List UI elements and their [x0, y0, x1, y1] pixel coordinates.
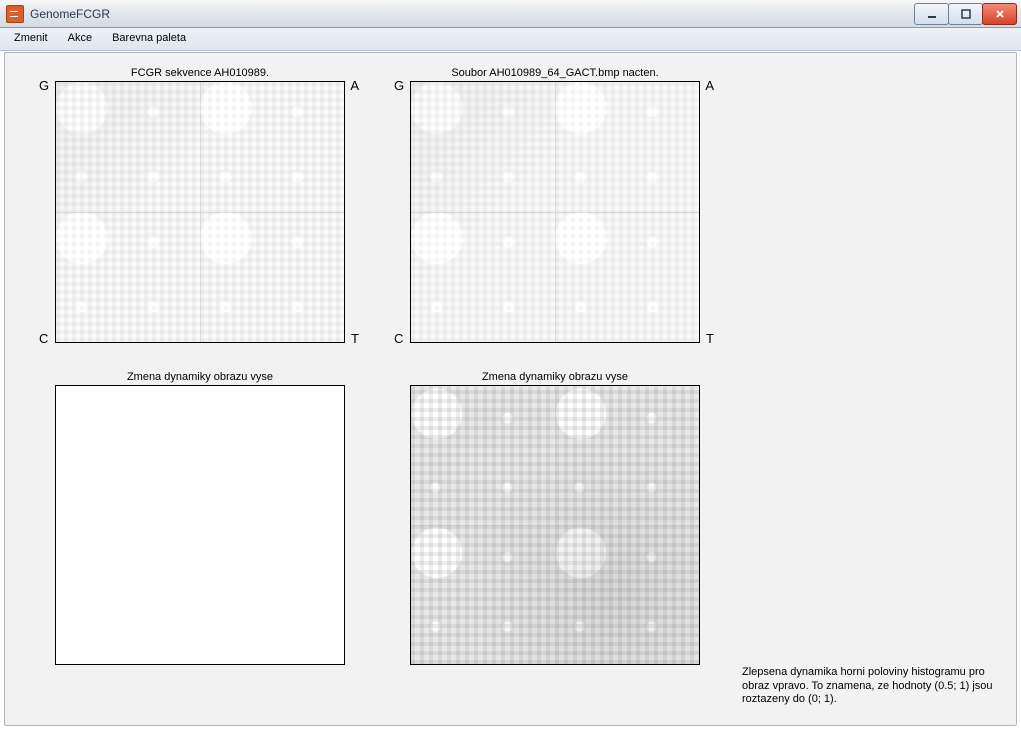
- menu-label: Akce: [68, 32, 92, 44]
- menu-paleta[interactable]: Barevna paleta: [102, 28, 196, 50]
- corner-label-a: A: [705, 79, 714, 92]
- corner-label-t: T: [706, 332, 714, 345]
- client-area: FCGR sekvence AH010989. G A C T Soubor A…: [4, 52, 1017, 726]
- plot-title: FCGR sekvence AH010989.: [55, 67, 345, 79]
- corner-label-g: G: [394, 79, 404, 92]
- corner-label-c: C: [394, 332, 403, 345]
- dynamics-image[interactable]: [410, 385, 700, 665]
- window-controls: [915, 3, 1017, 25]
- fcgr-image[interactable]: [410, 81, 700, 343]
- plot-dynamics-left: Zmena dynamiky obrazu vyse: [55, 385, 345, 665]
- menu-akce[interactable]: Akce: [58, 28, 102, 50]
- plot-title: Soubor AH010989_64_GACT.bmp nacten.: [410, 67, 700, 79]
- menu-zmenit[interactable]: Zmenit: [4, 28, 58, 50]
- plot-title: Zmena dynamiky obrazu vyse: [55, 371, 345, 383]
- window-title: GenomeFCGR: [30, 7, 915, 21]
- plot-title: Zmena dynamiky obrazu vyse: [410, 371, 700, 383]
- status-text: Zlepsena dynamika horni poloviny histogr…: [742, 666, 1002, 707]
- corner-label-c: C: [39, 332, 48, 345]
- corner-label-a: A: [350, 79, 359, 92]
- fcgr-image[interactable]: [55, 81, 345, 343]
- app-icon: [6, 5, 24, 23]
- menu-bar: Zmenit Akce Barevna paleta: [0, 28, 1021, 51]
- menu-label: Barevna paleta: [112, 32, 186, 44]
- app-window: GenomeFCGR Zmenit Akce Barevna paleta FC…: [0, 0, 1021, 730]
- minimize-button[interactable]: [914, 3, 949, 25]
- maximize-button[interactable]: [948, 3, 983, 25]
- dynamics-image-blank[interactable]: [55, 385, 345, 665]
- corner-label-t: T: [351, 332, 359, 345]
- close-button[interactable]: [982, 3, 1017, 25]
- plot-dynamics-right: Zmena dynamiky obrazu vyse: [410, 385, 700, 665]
- plot-fcgr-file: Soubor AH010989_64_GACT.bmp nacten. G A …: [410, 81, 700, 343]
- corner-label-g: G: [39, 79, 49, 92]
- menu-label: Zmenit: [14, 32, 48, 44]
- plot-fcgr-sequence: FCGR sekvence AH010989. G A C T: [55, 81, 345, 343]
- title-bar[interactable]: GenomeFCGR: [0, 0, 1021, 28]
